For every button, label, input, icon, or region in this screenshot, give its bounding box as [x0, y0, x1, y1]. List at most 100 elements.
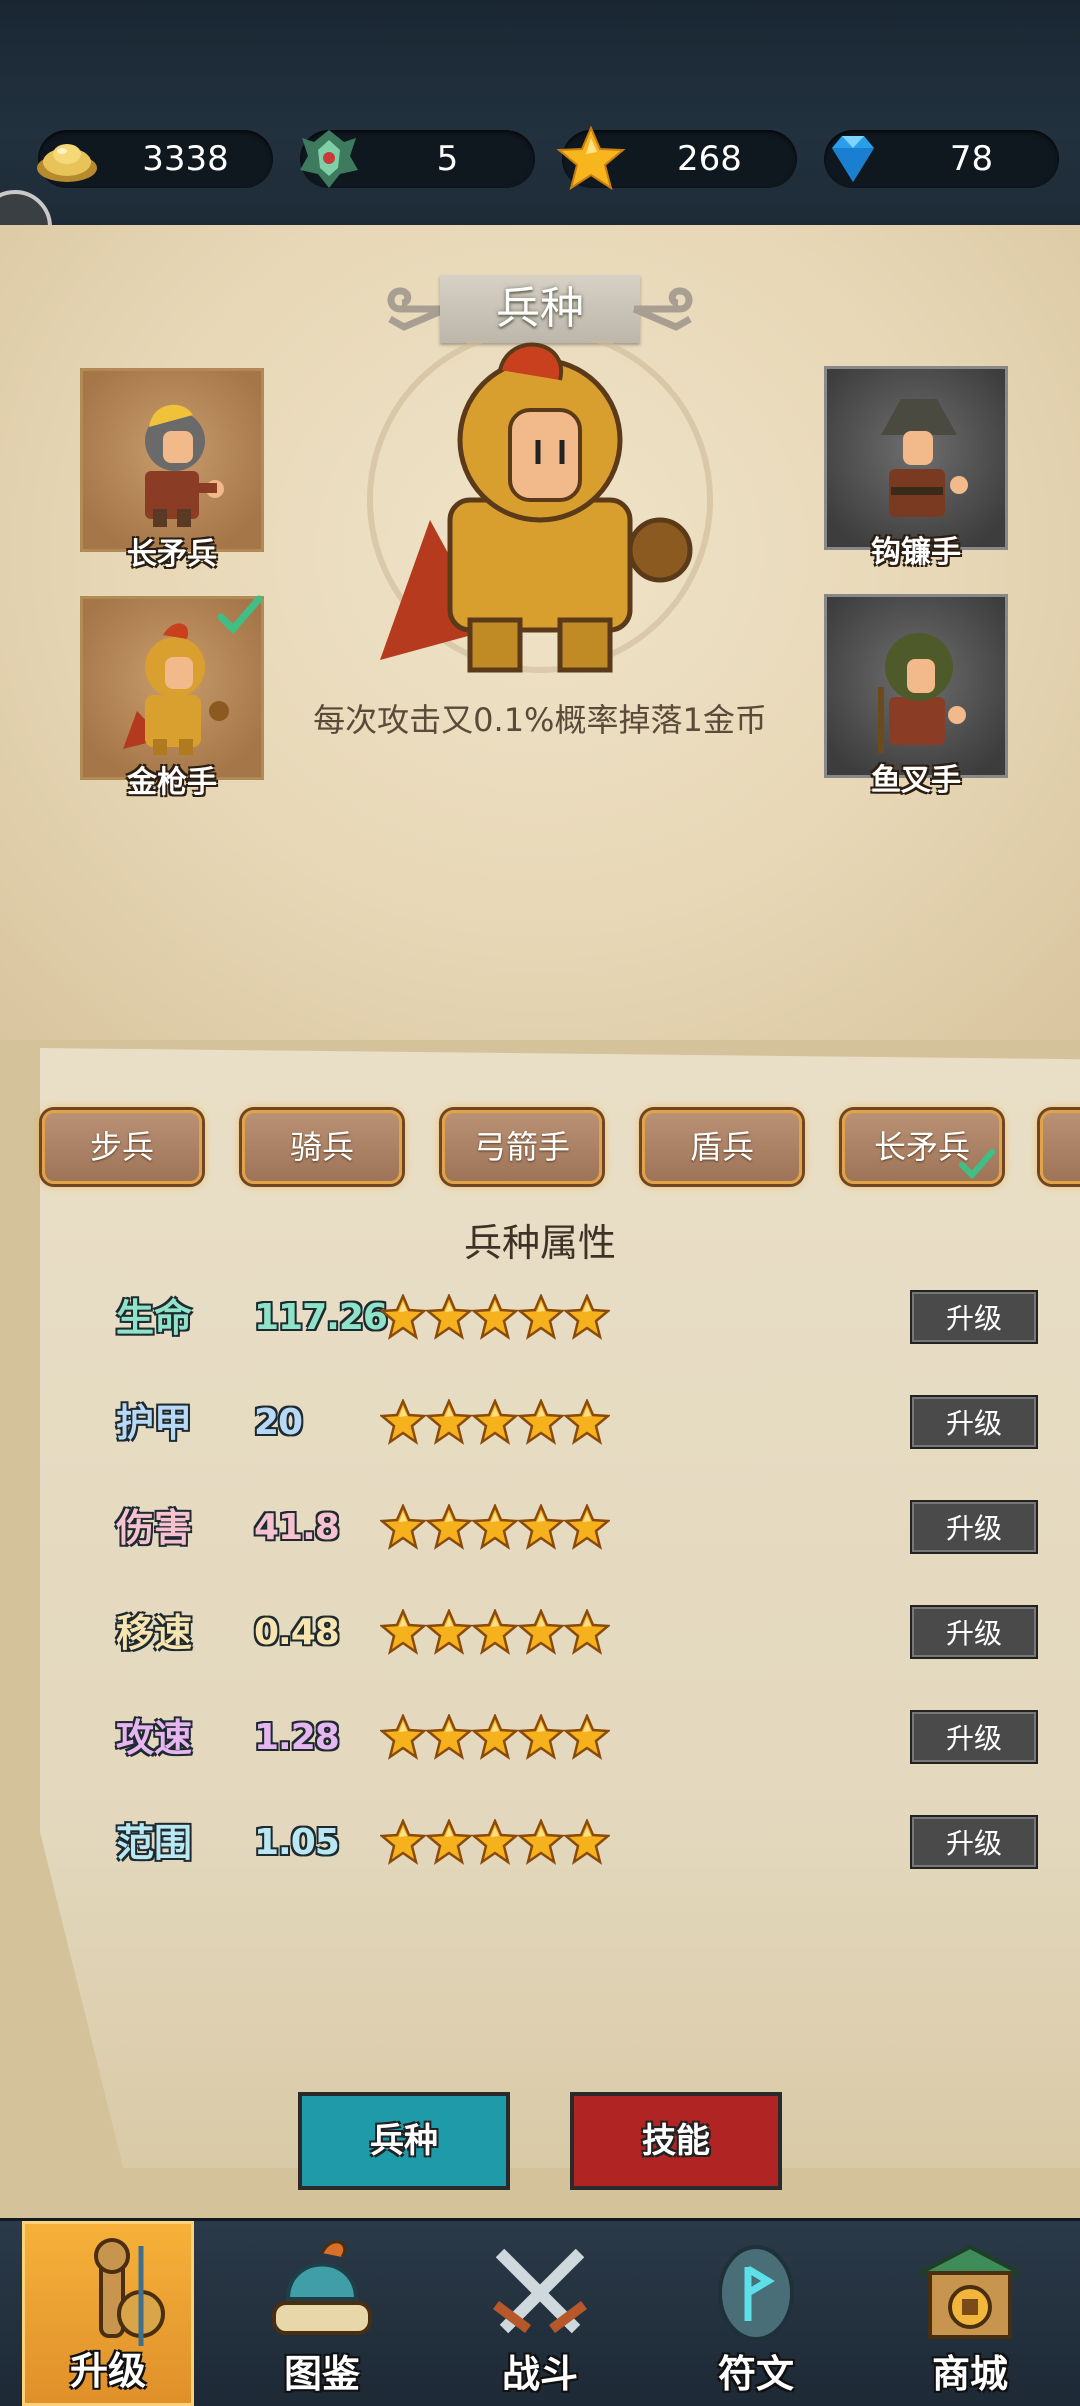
attribute-name: 移速	[116, 1611, 193, 1655]
tab-label: 盾兵	[689, 1128, 754, 1166]
tab-cavalry[interactable]: 骑兵	[242, 1110, 402, 1184]
tab-more[interactable]	[1040, 1110, 1080, 1184]
attribute-value: 117.26	[254, 1297, 388, 1338]
emblem-counter: 5	[300, 130, 535, 188]
attribute-stars	[380, 1294, 610, 1342]
gold-value: 3338	[142, 139, 229, 179]
unit-card-spearman[interactable]: 长矛兵	[80, 368, 264, 572]
star-rating-icon	[518, 1399, 564, 1445]
selected-check-icon	[217, 595, 263, 635]
attribute-row: 范围 1.05 升级	[0, 1813, 1080, 1873]
tab-shield[interactable]: 盾兵	[642, 1110, 802, 1184]
unit-button[interactable]: 兵种	[298, 2092, 510, 2190]
attribute-name: 范围	[116, 1821, 193, 1865]
tab-archer[interactable]: 弓箭手	[442, 1110, 602, 1184]
star-rating-icon	[380, 1819, 426, 1865]
upgrade-button[interactable]: 升级	[910, 1395, 1038, 1449]
upgrade-button[interactable]: 升级	[910, 1710, 1038, 1764]
star-rating-icon	[518, 1714, 564, 1760]
unit-label-hook-sickle: 钩镰手	[871, 535, 961, 570]
selected-check-icon	[959, 1149, 995, 1179]
unit-card-harpoon[interactable]: 鱼叉手	[824, 594, 1008, 798]
star-rating-icon	[518, 1819, 564, 1865]
nav-rune[interactable]: 符文	[670, 2221, 842, 2406]
attribute-row: 生命 117.26 升级	[0, 1288, 1080, 1348]
upgrade-button[interactable]: 升级	[910, 1815, 1038, 1869]
star-rating-icon	[472, 1399, 518, 1445]
star-rating-icon	[380, 1714, 426, 1760]
star-rating-icon	[426, 1294, 472, 1340]
nav-label: 战斗	[501, 2352, 578, 2396]
nav-label: 商城	[931, 2352, 1008, 2396]
nav-shop[interactable]: 商城	[884, 2221, 1056, 2406]
star-rating-icon	[426, 1609, 472, 1655]
star-rating-icon	[472, 1714, 518, 1760]
dragon-emblem-icon	[300, 130, 358, 188]
diamond-icon	[832, 136, 874, 182]
nav-upgrade[interactable]: 升级	[22, 2221, 194, 2406]
upgrade-button[interactable]: 升级	[910, 1500, 1038, 1554]
star-rating-icon	[472, 1504, 518, 1550]
nav-battle[interactable]: 战斗	[454, 2221, 626, 2406]
star-rating-icon	[472, 1294, 518, 1340]
nav-label: 升级	[69, 2349, 146, 2393]
star-rating-icon	[564, 1504, 610, 1550]
top-resource-bar: 3338 5 268 78	[0, 0, 1080, 225]
star-rating-icon	[564, 1714, 610, 1760]
star-rating-icon	[426, 1399, 472, 1445]
skill-button[interactable]: 技能	[570, 2092, 782, 2190]
upgrade-button[interactable]: 升级	[910, 1290, 1038, 1344]
star-counter: 268	[556, 125, 797, 191]
nav-label: 图鉴	[283, 2352, 360, 2396]
attribute-name: 生命	[116, 1296, 193, 1340]
attribute-row: 伤害 41.8 升级	[0, 1498, 1080, 1558]
hook-sickle-portrait	[881, 399, 968, 517]
hero-description: 每次攻击又0.1%概率掉落1金币	[313, 701, 767, 739]
attribute-stars	[380, 1504, 610, 1552]
attribute-name: 护甲	[116, 1401, 193, 1445]
harpoon-portrait	[878, 633, 966, 753]
nav-codex[interactable]: 图鉴	[236, 2221, 408, 2406]
tab-label: 弓箭手	[473, 1128, 570, 1166]
star-rating-icon	[380, 1294, 426, 1340]
attribute-stars	[380, 1819, 610, 1867]
star-rating-icon	[564, 1609, 610, 1655]
training-dummy-icon	[94, 2238, 165, 2346]
attribute-name: 攻速	[116, 1716, 193, 1760]
attribute-row: 攻速 1.28 升级	[0, 1708, 1080, 1768]
unit-card-golden-spearman[interactable]: 金枪手	[80, 595, 264, 800]
attribute-stars	[380, 1714, 610, 1762]
nav-label: 符文	[717, 2352, 794, 2396]
star-rating-icon	[426, 1714, 472, 1760]
star-rating-icon	[518, 1504, 564, 1550]
diamond-counter: 78	[824, 130, 1059, 188]
star-rating-icon	[518, 1609, 564, 1655]
upgrade-button[interactable]: 升级	[910, 1605, 1038, 1659]
star-rating-icon	[564, 1294, 610, 1340]
star-rating-icon	[472, 1819, 518, 1865]
tab-label: 步兵	[89, 1128, 154, 1166]
attribute-stars	[380, 1399, 610, 1447]
star-rating-icon	[564, 1399, 610, 1445]
attribute-value: 1.05	[254, 1822, 340, 1863]
tab-infantry[interactable]: 步兵	[42, 1110, 202, 1184]
unit-card-hook-sickle[interactable]: 钩镰手	[824, 366, 1008, 570]
tab-label: 骑兵	[289, 1128, 354, 1166]
unit-label-golden-spearman: 金枪手	[127, 765, 217, 800]
attribute-value: 1.28	[254, 1717, 340, 1758]
gold-counter: 3338	[37, 130, 273, 188]
star-icon	[556, 125, 626, 191]
diamond-value: 78	[949, 139, 994, 179]
star-rating-icon	[426, 1819, 472, 1865]
helmet-scroll-icon	[272, 2240, 372, 2335]
attribute-row: 移速 0.48 升级	[0, 1603, 1080, 1663]
tab-spearman[interactable]: 长矛兵	[842, 1110, 1002, 1184]
star-rating-icon	[380, 1504, 426, 1550]
star-rating-icon	[518, 1294, 564, 1340]
gold-ingot-icon	[37, 144, 97, 182]
rune-stone-icon	[718, 2245, 794, 2341]
spearman-portrait	[145, 404, 224, 527]
title-banner: 兵种	[380, 275, 700, 343]
star-rating-icon	[472, 1609, 518, 1655]
unit-label-spearman: 长矛兵	[127, 537, 217, 572]
